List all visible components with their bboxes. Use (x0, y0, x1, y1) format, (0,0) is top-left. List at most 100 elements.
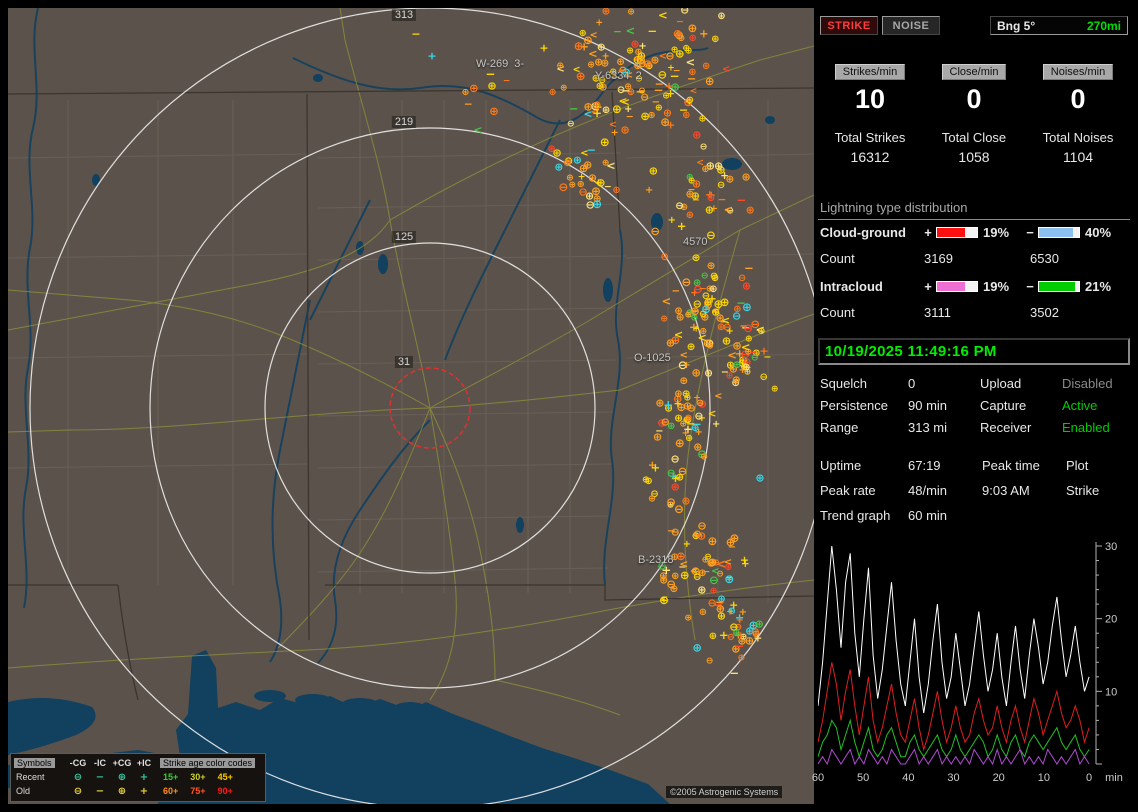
age-code-group: 60+ 75+ 90+ (154, 786, 262, 796)
age-code: 60+ (163, 786, 179, 796)
legend-poscg-icon: ⊕ (117, 771, 127, 783)
range-readout: 270mi (1086, 18, 1121, 33)
count-label: Count (820, 251, 855, 266)
squelch-value: 0 (908, 376, 916, 391)
total-noises-label: Total Noises (1042, 130, 1114, 145)
ic-positive-bar (936, 281, 978, 292)
cg-negative-count: 6530 (1030, 251, 1059, 266)
legend-negic-icon: − (95, 771, 105, 783)
map-geography (8, 8, 814, 804)
capture-status: Active (1062, 398, 1098, 413)
noises-per-min-value: 0 (1070, 84, 1086, 114)
persistence-value: 90 min (908, 398, 948, 413)
age-code-group: 15+ 30+ 45+ (154, 772, 262, 782)
trend-x-tick: 50 (857, 772, 870, 784)
trend-x-tick: 20 (992, 772, 1005, 784)
cg-positive-count: 3169 (924, 251, 953, 266)
totals-value-row: 16312 1058 1104 (818, 149, 1130, 165)
ic-positive-count: 3111 (924, 305, 951, 320)
strikes-per-min-value: 10 (854, 84, 886, 114)
signal-controls: STRIKE NOISE Bng 5° 270mi (818, 16, 1130, 36)
lightning-map[interactable]: ⊕ − ⊕ ⊕ ⊕ + < < ⊕ ⊕ + ⊕ < ⊕ ⊕ ⊕ ⊕ ⊕ < ⊖ − ⊕ ⊕ − + ⊕ < ⊕ < + + ⊕ ⊖ ⊕ ⊕ ⊕ + ⊕ ⊕ ⊕… (8, 8, 814, 804)
legend-negcg-icon: ⊖ (73, 771, 83, 783)
legend-row-old: Old ⊖ − ⊕ +60+ 75+ 90+ (14, 784, 262, 798)
noise-button[interactable]: NOISE (882, 16, 940, 35)
peak-rate-label: Peak rate (820, 483, 876, 498)
trend-x-tick: 40 (902, 772, 915, 784)
peak-time-label: Peak time (982, 458, 1040, 473)
totals-label-row: Total Strikes Total Close Total Noises (818, 130, 1130, 145)
legend-negcg-icon: ⊖ (73, 785, 83, 797)
legend-col-neg-ic: -IC (94, 758, 106, 768)
close-per-min-value: 0 (966, 84, 982, 114)
distribution-title: Lightning type distribution (818, 200, 1130, 220)
ic-negative-count: 3502 (1030, 305, 1059, 320)
total-noises-value: 1104 (1062, 149, 1094, 165)
datetime-text: 10/19/2025 11:49:16 PM (825, 343, 997, 360)
receiver-status: Enabled (1062, 420, 1110, 435)
bearing-range-display: Bng 5° 270mi (990, 16, 1128, 35)
trend-x-tick: 0 (1085, 772, 1093, 784)
trend-graph-window: 60 min (908, 508, 948, 523)
intracloud-count-row: Count 3111 3502 (818, 305, 1130, 320)
total-strikes-label: Total Strikes (834, 130, 906, 145)
status-panel: STRIKE NOISE Bng 5° 270mi Strikes/min Cl… (812, 8, 1130, 804)
legend-col-neg-cg: -CG (69, 758, 87, 768)
range-label: Range (820, 420, 859, 435)
uptime-value: 67:19 (908, 458, 941, 473)
trend-graph-plot: 30 20 10 (817, 541, 1117, 766)
svg-text:30: 30 (1105, 541, 1117, 553)
age-code: 15+ (163, 772, 179, 782)
intracloud-distribution-row: Intracloud + 19% − 21% (818, 279, 1130, 294)
count-label: Count (820, 305, 855, 320)
uptime-label: Uptime (820, 458, 862, 473)
cg-negative-bar (1038, 227, 1080, 238)
capture-label: Capture (980, 398, 1027, 413)
cloud-ground-distribution-row: Cloud-ground + 19% − 40% (818, 225, 1130, 240)
legend-poscg-icon: ⊕ (117, 785, 127, 797)
strike-legend: Symbols -CG -IC +CG +IC Strike age color… (10, 753, 266, 802)
noises-per-min-chip[interactable]: Noises/min (1042, 64, 1114, 80)
peak-rate-value: 48/min (908, 483, 948, 498)
legend-row-label: Recent (16, 772, 45, 782)
trend-x-unit: min (1105, 772, 1123, 784)
cloud-ground-count-row: Count 3169 6530 (818, 251, 1130, 266)
rate-chip-row: Strikes/min Close/min Noises/min (818, 62, 1130, 80)
intracloud-label: Intracloud (820, 279, 883, 294)
strikes-per-min-chip[interactable]: Strikes/min (834, 64, 906, 80)
trend-x-axis: 60 50 40 30 20 10 0 min (812, 772, 1130, 788)
age-code: 75+ (190, 786, 206, 796)
minus-sign: − (1026, 279, 1034, 294)
plot-label: Plot (1066, 458, 1089, 473)
svg-text:10: 10 (1105, 686, 1117, 698)
ic-positive-percent: 19% (983, 279, 1010, 294)
age-code: 30+ (190, 772, 206, 782)
legend-age-header: Strike age color codes (160, 758, 256, 768)
legend-row-recent: Recent ⊖ − ⊕ +15+ 30+ 45+ (14, 770, 262, 784)
upload-status: Disabled (1062, 376, 1113, 391)
plus-sign: + (924, 225, 932, 240)
cg-positive-percent: 19% (983, 225, 1010, 240)
range-value: 313 mi (908, 420, 948, 435)
legend-col-pos-ic: +IC (136, 758, 152, 768)
legend-symbols-header: Symbols (14, 758, 55, 768)
persistence-label: Persistence (820, 398, 888, 413)
cg-positive-bar (936, 227, 978, 238)
close-per-min-chip[interactable]: Close/min (941, 64, 1007, 80)
receiver-label: Receiver (980, 420, 1032, 435)
legend-col-pos-cg: +CG (112, 758, 132, 768)
trend-x-tick: 30 (947, 772, 960, 784)
age-code: 45+ (217, 772, 233, 782)
trend-graph-label: Trend graph (820, 508, 891, 523)
strike-button[interactable]: STRIKE (820, 16, 878, 35)
settings-grid: Squelch 0 Upload Disabled Persistence 90… (818, 376, 1130, 435)
upload-label: Upload (980, 376, 1022, 391)
ic-negative-bar (1038, 281, 1080, 292)
copyright-notice: ©2005 Astrogenic Systems (666, 786, 783, 798)
ic-negative-percent: 21% (1085, 279, 1112, 294)
nexstorm-window: ⊕ − ⊕ ⊕ ⊕ + < < ⊕ ⊕ + ⊕ < ⊕ ⊕ ⊕ ⊕ ⊕ < ⊖ − ⊕ ⊕ − + ⊕ < ⊕ < + + ⊕ ⊖ ⊕ ⊕ ⊕ + ⊕ ⊕ ⊕… (0, 0, 1138, 812)
datetime-display: 10/19/2025 11:49:16 PM (818, 338, 1130, 365)
trend-graph: 30 20 10 60 50 40 30 20 10 0 min (812, 540, 1130, 804)
bearing-label: Bng 5° (997, 18, 1036, 33)
rate-values-row: 10 0 0 (818, 84, 1130, 115)
